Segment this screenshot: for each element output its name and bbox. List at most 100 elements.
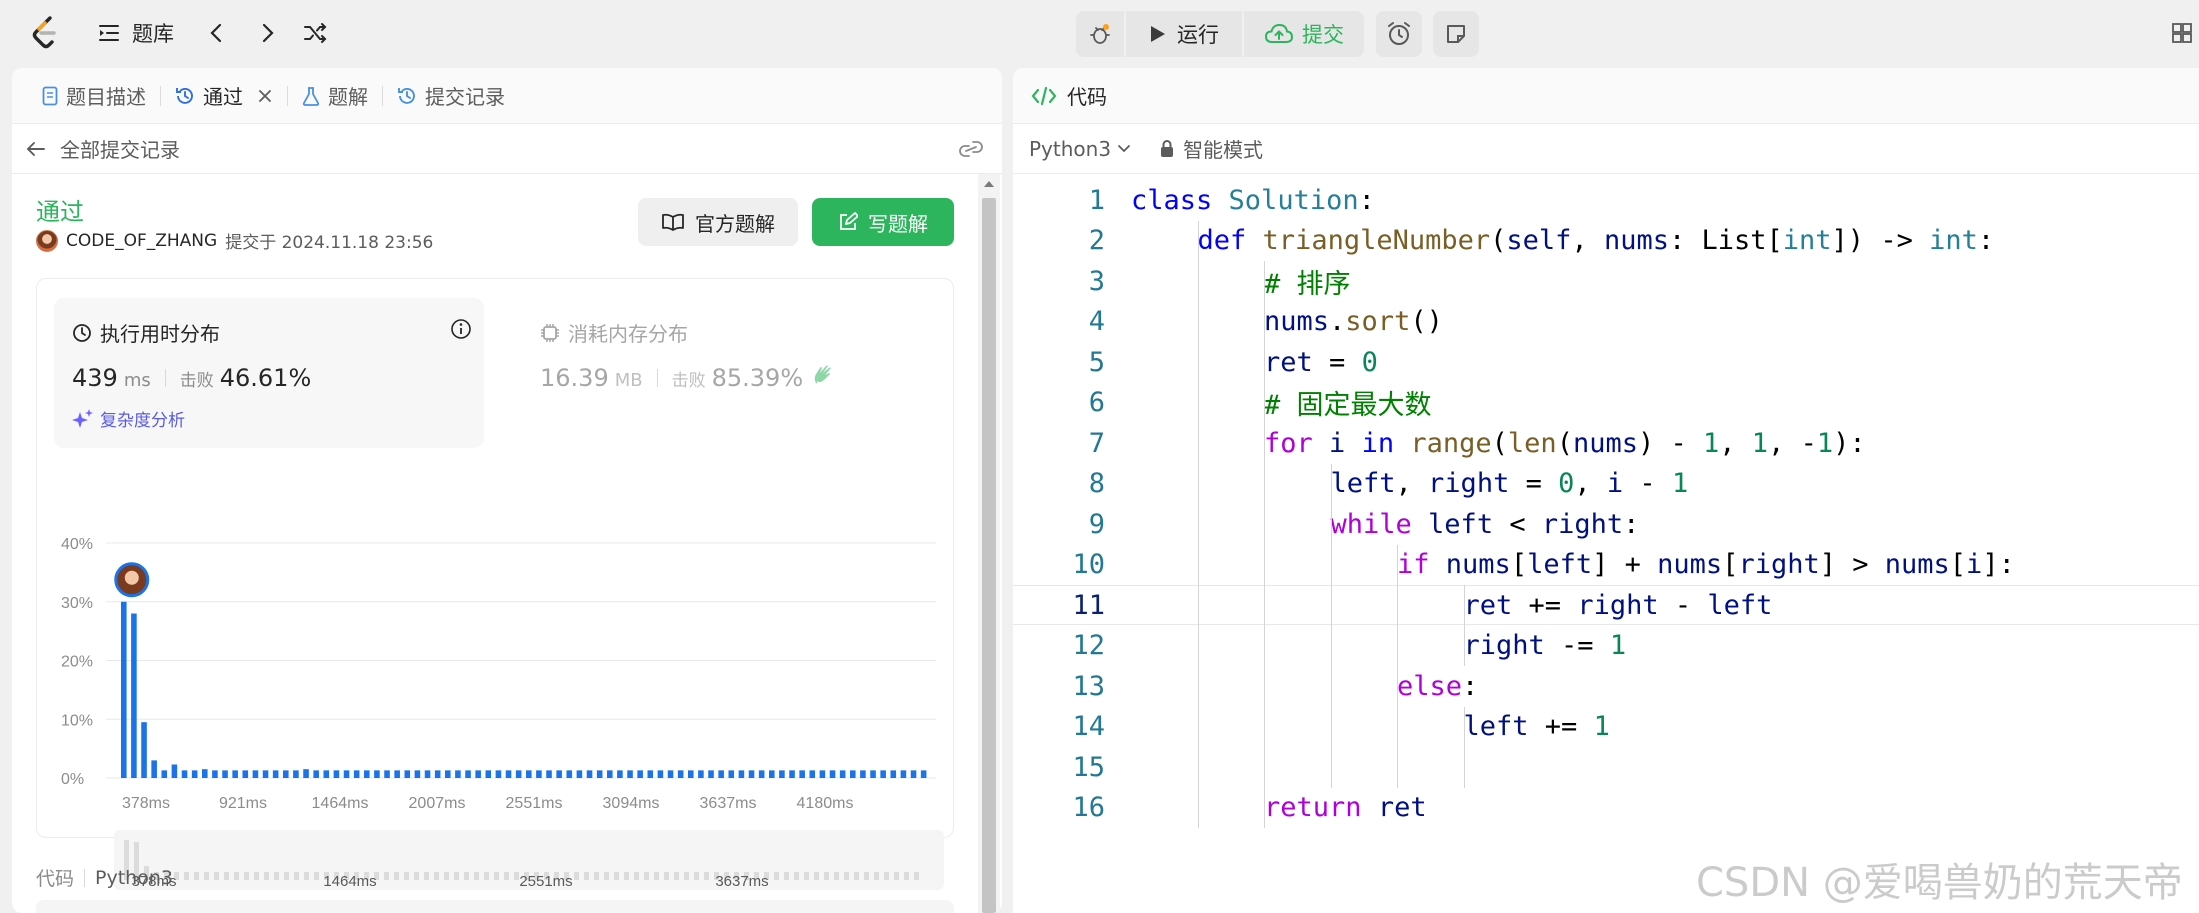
chart-bar[interactable] (475, 770, 481, 778)
chart-bar[interactable] (424, 770, 431, 778)
chart-bar[interactable] (637, 770, 643, 778)
chart-bar[interactable] (343, 770, 350, 778)
username[interactable]: CODE_OF_ZHANG (66, 231, 217, 251)
chart-bar[interactable] (850, 770, 856, 778)
tab-submissions[interactable]: 提交记录 (387, 68, 515, 124)
code-line[interactable]: 2 def triangleNumber(self, nums: List[int… (1013, 221, 2199, 261)
official-solution-button[interactable]: 官方题解 (638, 198, 798, 246)
chart-bar[interactable] (131, 613, 137, 779)
chart-bar[interactable] (688, 770, 694, 778)
chart-bar[interactable] (799, 770, 805, 778)
smart-mode-toggle[interactable]: 智能模式 (1159, 134, 1263, 163)
link-icon[interactable] (958, 140, 984, 158)
code-editor[interactable]: 1 class Solution: 2 def triangleNumber(self… (1013, 180, 2199, 900)
chart-bar[interactable] (657, 770, 664, 778)
code-line[interactable]: 15 (1013, 747, 2199, 787)
chart-bar[interactable] (151, 760, 157, 778)
chart-bar[interactable] (566, 770, 573, 778)
scrollbar-thumb[interactable] (982, 198, 996, 913)
code-line[interactable]: 9 while left < right: (1013, 504, 2199, 544)
chart-bar[interactable] (627, 770, 633, 778)
info-icon[interactable] (450, 318, 472, 340)
layout-button[interactable] (2164, 14, 2199, 52)
chart-bar[interactable] (364, 770, 370, 778)
chart-bar[interactable] (860, 770, 866, 778)
chart-bar[interactable] (596, 770, 603, 778)
chart-bar[interactable] (839, 770, 846, 778)
chart-bar[interactable] (536, 770, 542, 778)
notes-button[interactable] (1433, 11, 1479, 57)
leetcode-logo-icon[interactable] (30, 16, 62, 50)
chart-bar[interactable] (434, 770, 441, 778)
runtime-distribution-chart[interactable]: 40% 30% 20% 10% 0% 378ms 921ms 1464ms 2007ms 2551… (36, 518, 956, 898)
chart-bar[interactable] (920, 770, 927, 778)
chart-bar[interactable] (353, 770, 360, 778)
code-line[interactable]: 6 # 固定最大数 (1013, 383, 2199, 423)
chart-bar[interactable] (748, 770, 755, 778)
chart-bar[interactable] (708, 770, 714, 778)
chart-bar[interactable] (404, 770, 411, 778)
code-line[interactable]: 14 left += 1 (1013, 707, 2199, 747)
chart-bar[interactable] (394, 770, 400, 778)
chart-bar[interactable] (586, 770, 593, 778)
chart-bar[interactable] (283, 770, 289, 778)
chart-bar[interactable] (181, 770, 188, 778)
scroll-up-arrow-icon[interactable] (983, 180, 995, 188)
chart-bar[interactable] (414, 770, 421, 778)
chart-bar[interactable] (212, 770, 218, 778)
complexity-analysis-link[interactable]: 复杂度分析 (72, 406, 185, 431)
problem-bank-link[interactable]: 题库 (98, 18, 174, 48)
memory-distribution-box[interactable]: 消耗内存分布 16.39 MB 击败 85.39% (522, 298, 952, 448)
chart-bar[interactable] (728, 770, 735, 778)
chart-bar[interactable] (333, 770, 340, 778)
chart-bar[interactable] (161, 770, 168, 778)
chart-bar[interactable] (445, 770, 451, 778)
chart-bar[interactable] (647, 770, 654, 778)
chart-bar[interactable] (779, 770, 785, 778)
chart-bar[interactable] (667, 770, 674, 778)
chart-bar[interactable] (202, 769, 208, 778)
close-icon[interactable] (257, 88, 273, 104)
code-line[interactable]: 4 nums.sort() (1013, 302, 2199, 342)
run-button[interactable]: 运行 (1126, 11, 1242, 57)
chart-bar[interactable] (141, 722, 147, 778)
chart-bar[interactable] (576, 770, 583, 778)
chart-bar[interactable] (313, 770, 319, 778)
code-line[interactable]: 7 for i in range(len(nums) - 1, 1, -1): (1013, 423, 2199, 463)
chart-bar[interactable] (323, 770, 330, 778)
chart-bar[interactable] (829, 770, 836, 778)
chart-bar[interactable] (384, 770, 390, 778)
code-line[interactable]: 13 else: (1013, 666, 2199, 706)
chart-bar[interactable] (809, 770, 816, 778)
code-line[interactable]: 11 ret += right - left (1013, 585, 2199, 625)
code-line[interactable]: 16 return ret (1013, 788, 2199, 828)
chart-bar[interactable] (698, 770, 704, 778)
editor-tab-label[interactable]: 代码 (1067, 81, 1107, 110)
chart-bar[interactable] (293, 770, 299, 778)
runtime-distribution-box[interactable]: 执行用时分布 439 ms 击败 46.61% 复杂度分析 (54, 298, 484, 448)
chart-bar[interactable] (121, 601, 127, 778)
chart-bar[interactable] (677, 770, 684, 778)
tab-passed[interactable]: 通过 (165, 68, 283, 124)
chart-bar[interactable] (495, 770, 502, 778)
submit-button[interactable]: 提交 (1244, 11, 1364, 57)
chart-bar[interactable] (819, 770, 826, 778)
tab-solutions[interactable]: 题解 (292, 68, 378, 124)
back-to-submissions-link[interactable]: 全部提交记录 (26, 134, 180, 163)
prev-problem-button[interactable] (198, 14, 234, 52)
code-line[interactable]: 5 ret = 0 (1013, 342, 2199, 382)
random-problem-button[interactable] (298, 14, 334, 52)
chart-bar[interactable] (232, 770, 238, 778)
chart-bar[interactable] (607, 770, 613, 778)
chart-bar[interactable] (262, 770, 269, 778)
chart-bar[interactable] (222, 770, 228, 778)
chart-bar[interactable] (789, 770, 795, 778)
chart-bar[interactable] (272, 770, 279, 778)
avatar[interactable] (36, 229, 58, 252)
tab-description[interactable]: 题目描述 (32, 68, 156, 124)
chart-bar[interactable] (556, 770, 562, 778)
code-line[interactable]: 12 right -= 1 (1013, 626, 2199, 666)
chart-bar[interactable] (718, 770, 724, 778)
chart-bar[interactable] (890, 770, 897, 778)
chart-bar[interactable] (880, 770, 886, 778)
